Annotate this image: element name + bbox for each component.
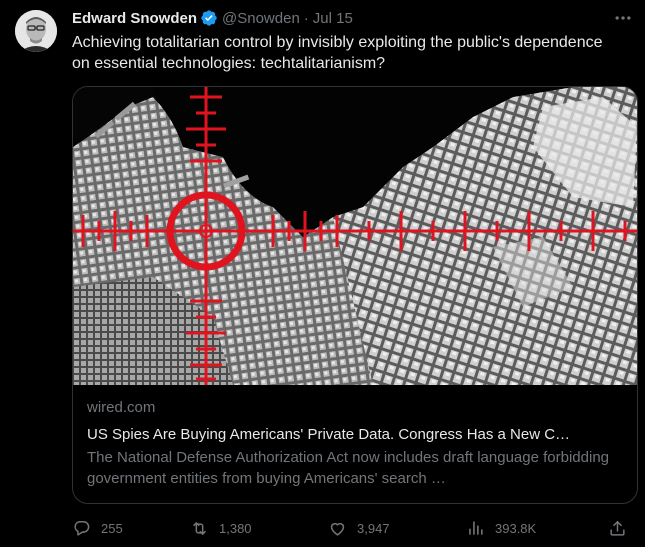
link-card[interactable]: wired.com US Spies Are Buying Americans'… — [72, 86, 638, 504]
avatar-portrait-image — [15, 10, 57, 52]
avatar[interactable] — [15, 10, 57, 52]
views-count: 393.8K — [495, 520, 537, 536]
verified-badge-icon[interactable] — [200, 9, 218, 27]
aerial-city-crosshair-image — [73, 87, 637, 385]
views-bar-chart-icon — [469, 520, 483, 535]
share-button[interactable] — [608, 516, 627, 540]
retweet-button[interactable]: 1,380 — [190, 516, 252, 540]
reply-button[interactable]: 255 — [72, 516, 123, 540]
share-upload-icon — [610, 520, 625, 536]
card-domain: wired.com — [87, 399, 156, 416]
retweet-arrows-icon — [193, 521, 206, 535]
reply-bubble-icon — [74, 520, 90, 536]
like-count: 3,947 — [357, 520, 390, 536]
card-image[interactable] — [73, 87, 637, 385]
tweet-text: Achieving totalitarian control by invisi… — [72, 34, 603, 72]
tweet[interactable]: Edward Snowden @Snowden · Jul 15 Achievi… — [0, 0, 645, 547]
card-description: The National Defense Authorization Act n… — [87, 449, 610, 487]
display-name[interactable]: Edward Snowden — [72, 10, 197, 27]
heart-icon — [330, 522, 345, 536]
retweet-count: 1,380 — [219, 520, 252, 536]
tweet-header: Edward Snowden @Snowden · Jul 15 — [72, 8, 353, 28]
header-separator: · — [303, 9, 309, 27]
tweet-date[interactable]: Jul 15 — [313, 10, 353, 27]
reply-count: 255 — [101, 520, 123, 536]
action-bar: 255 1,380 3,947 393.8K — [72, 516, 632, 540]
like-button[interactable]: 3,947 — [328, 516, 390, 540]
card-title[interactable]: US Spies Are Buying Americans' Private D… — [87, 426, 623, 443]
more-horizontal-icon[interactable] — [611, 8, 635, 28]
handle[interactable]: @Snowden — [222, 10, 300, 27]
views-button[interactable]: 393.8K — [466, 516, 536, 540]
